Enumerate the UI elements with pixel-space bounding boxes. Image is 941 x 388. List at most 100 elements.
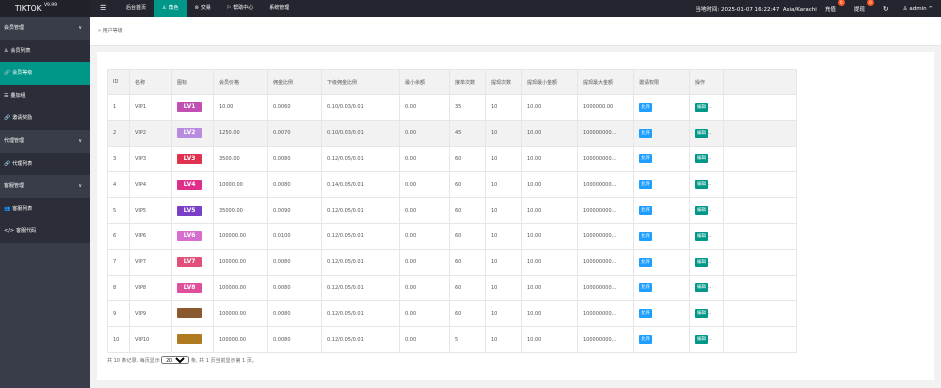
- cell-price: 3500.00: [213, 145, 268, 173]
- withdraw-button[interactable]: 提现 0: [853, 0, 874, 13]
- edit-button[interactable]: 编辑: [695, 206, 708, 216]
- edit-button[interactable]: 编辑: [695, 231, 708, 241]
- more-icon[interactable]: ..: [708, 207, 711, 213]
- user-menu[interactable]: ♙ admin ^: [903, 6, 933, 12]
- table-row[interactable]: 3 VIP3 LV3 3500.00 0.0080 0.12/0.05/0.01 0.00 6…: [107, 145, 797, 173]
- cell-min-balance: 0.00: [399, 119, 450, 147]
- edit-button[interactable]: 编辑: [695, 102, 708, 112]
- column-header: 提现最大金额: [577, 69, 634, 95]
- sidebar-item-8[interactable]: 👥 客服列表: [0, 197, 90, 221]
- allow-button[interactable]: 允许: [639, 309, 652, 319]
- logo[interactable]: TIKTOK V9.99: [0, 0, 90, 17]
- nav-item-1[interactable]: ♙ 角色: [154, 0, 187, 17]
- cell-withdraw-max: 100000000...: [577, 145, 634, 173]
- flag-icon: ⚐: [226, 5, 232, 11]
- sidebar-item-2[interactable]: 🔗 会员等级: [0, 62, 90, 85]
- edit-button[interactable]: 编辑: [695, 154, 708, 164]
- recharge-button[interactable]: 充值 0: [825, 0, 845, 13]
- allow-button[interactable]: 允许: [639, 206, 652, 216]
- level-badge-icon: LV8: [177, 282, 202, 293]
- level-badge-icon: LV2: [177, 128, 202, 139]
- cell-spacer: [723, 248, 797, 276]
- code-icon: </>: [4, 228, 15, 235]
- table-row[interactable]: 10 VIP10 100000.00 0.0080 0.12/0.05/0.01 0.00…: [107, 326, 797, 353]
- sidebar-item-0[interactable]: 会员管理 ∨: [0, 17, 90, 40]
- allow-button[interactable]: 允许: [639, 154, 652, 164]
- edit-button[interactable]: 编辑: [695, 335, 708, 345]
- cell-commission: 0.0080: [267, 171, 322, 199]
- refresh-icon[interactable]: ↻: [883, 5, 889, 13]
- cell-price: 10.00: [213, 94, 268, 121]
- withdraw-label: 提现: [853, 6, 865, 13]
- cell-name: VIP9: [129, 300, 172, 328]
- local-time: 当地时间: 2025-01-07 16:22:47 Asia/Karachi: [695, 5, 816, 13]
- sidebar-item-9[interactable]: </> 客服代码: [0, 220, 90, 243]
- sidebar-item-5[interactable]: 代理管理 ∨: [0, 129, 90, 153]
- edit-button[interactable]: 编辑: [695, 309, 708, 319]
- more-icon[interactable]: ..: [708, 259, 711, 265]
- cell-withdraw-min: 10.00: [521, 145, 578, 173]
- sidebar-item-3[interactable]: ☰ 叠加组: [0, 84, 90, 108]
- table-row[interactable]: 7 VIP7 LV7 100000.00 0.0080 0.12/0.05/0.01 0.0…: [107, 248, 797, 276]
- hamburger-icon[interactable]: ☰: [100, 0, 106, 17]
- cell-price: 10000.00: [213, 171, 268, 199]
- sidebar-item-4[interactable]: 🔗 邀请奖励: [0, 107, 90, 130]
- cell-sub-commission: 0.12/0.05/0.01: [321, 274, 400, 302]
- nav-item-3[interactable]: ⚐ 帮助中心: [219, 0, 262, 17]
- sidebar-item-7[interactable]: 客服管理 ∨: [0, 175, 90, 198]
- sidebar-item-1[interactable]: ♙ 会员列表: [0, 39, 90, 63]
- link-icon: 🔗: [4, 160, 11, 167]
- cell-spacer: [723, 197, 797, 224]
- edit-button[interactable]: 编辑: [695, 283, 708, 293]
- more-icon[interactable]: ..: [708, 310, 711, 316]
- table-row[interactable]: 5 VIP5 LV5 35000.00 0.0090 0.12/0.05/0.01 0.00…: [107, 197, 797, 224]
- cell-withdraw-max: 100000000...: [577, 274, 634, 302]
- allow-button[interactable]: 允许: [639, 128, 652, 138]
- table-row[interactable]: 1 VIP1 LV1 10.00 0.0060 0.10/0.03/0.01 0.00 35 1…: [107, 94, 797, 121]
- edit-button[interactable]: 编辑: [695, 257, 708, 267]
- allow-button[interactable]: 允许: [639, 283, 652, 293]
- cell-withdraw-min: 10.00: [521, 248, 578, 276]
- cell-name: VIP10: [129, 326, 172, 353]
- column-header: 接单次数: [449, 69, 486, 95]
- cell-orders: 60: [449, 171, 486, 199]
- cell-min-balance: 0.00: [399, 274, 450, 302]
- caret-icon: ^: [928, 5, 933, 12]
- withdraw-badge: 0: [866, 0, 874, 6]
- more-icon[interactable]: ..: [708, 233, 711, 239]
- cell-actions: 编辑..: [689, 171, 724, 199]
- sidebar-item-6[interactable]: 🔗 代理列表: [0, 152, 90, 176]
- nav-item-0[interactable]: 后台首页: [118, 0, 154, 17]
- more-icon[interactable]: ..: [708, 130, 711, 136]
- edit-button[interactable]: 编辑: [695, 128, 708, 138]
- allow-button[interactable]: 允许: [639, 180, 652, 190]
- nav-item-4[interactable]: 系统管理: [261, 0, 297, 17]
- allow-button[interactable]: 允许: [639, 335, 652, 345]
- cell-withdraw-max: 100000000...: [577, 119, 634, 147]
- cell-spacer: [723, 300, 797, 328]
- more-icon[interactable]: ..: [708, 336, 711, 342]
- edit-button[interactable]: 编辑: [695, 180, 708, 190]
- list-icon: ☰: [4, 92, 9, 99]
- more-icon[interactable]: ..: [708, 104, 711, 110]
- more-icon[interactable]: ..: [708, 284, 711, 290]
- table-row[interactable]: 9 VIP9 100000.00 0.0080 0.12/0.05/0.01 0.00 60…: [107, 300, 797, 328]
- allow-button[interactable]: 允许: [639, 231, 652, 241]
- cell-spacer: [723, 94, 797, 121]
- sidebar-item-label: 客服列表: [12, 205, 33, 212]
- cell-spacer: [723, 326, 797, 353]
- cell-min-balance: 0.00: [399, 326, 450, 353]
- allow-button[interactable]: 允许: [639, 102, 652, 112]
- more-icon[interactable]: ..: [708, 155, 711, 161]
- breadcrumb-label[interactable]: 用户等级: [103, 28, 123, 34]
- page-size-select[interactable]: 20: [161, 356, 190, 364]
- nav-item-2[interactable]: ⊜ 交易: [187, 0, 219, 17]
- table-row[interactable]: 2 VIP2 LV2 1250.00 0.0070 0.10/0.03/0.01 0.00 4…: [107, 119, 797, 147]
- allow-button[interactable]: 允许: [639, 257, 652, 267]
- cell-spacer: [723, 145, 797, 173]
- table-row[interactable]: 8 VIP8 LV8 100000.00 0.0080 0.12/0.05/0.01 0.0…: [107, 274, 797, 302]
- table-row[interactable]: 6 VIP6 LV6 100000.00 0.0100 0.12/0.05/0.01 0.0…: [107, 222, 797, 250]
- cell-commission: 0.0070: [267, 119, 322, 147]
- table-row[interactable]: 4 VIP4 LV4 10000.00 0.0080 0.14/0.05/0.01 0.00…: [107, 171, 797, 199]
- more-icon[interactable]: ..: [708, 181, 711, 187]
